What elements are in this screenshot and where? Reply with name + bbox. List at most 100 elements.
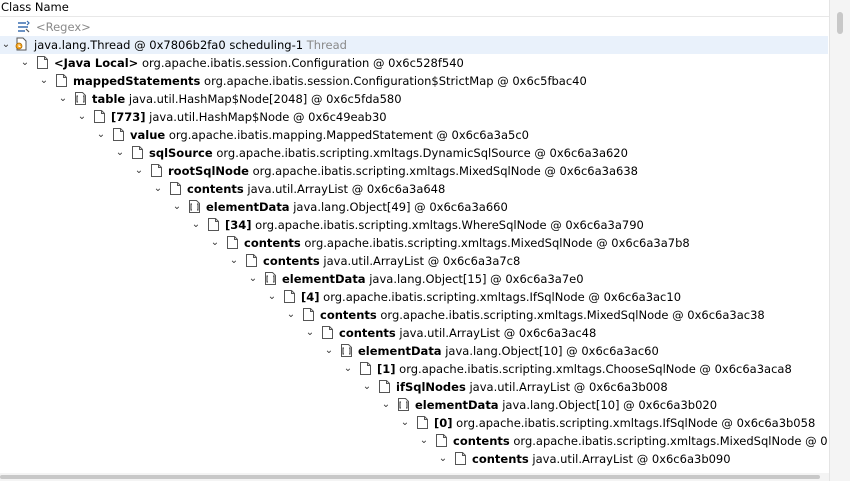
tree-row[interactable]: ⌄ mappedStatements org.apache.ibatis.sess… xyxy=(0,72,828,90)
field-name: [0] xyxy=(434,416,453,430)
tree-row-label: contents java.util.ArrayList @ 0x6c6a3a7… xyxy=(263,252,520,270)
tree-row[interactable]: ⌄ contents java.util.ArrayList @ 0x6c6a3a… xyxy=(0,252,828,270)
tree-row[interactable]: ⌄ value org.apache.ibatis.mapping.MappedS… xyxy=(0,126,828,144)
object-type-address: org.apache.ibatis.mapping.MappedStatemen… xyxy=(165,128,529,142)
object-type-address: org.apache.ibatis.scripting.xmltags.Mixe… xyxy=(300,236,690,250)
chevron-down-icon[interactable]: ⌄ xyxy=(38,72,50,90)
object-tree[interactable]: <Regex> ⌄ java.lang.Thread @ 0x7806b2fa0… xyxy=(0,18,828,481)
object-icon xyxy=(56,74,67,87)
tree-row[interactable]: ⌄ contents org.apache.ibatis.scripting.xm… xyxy=(0,234,828,252)
tree-row[interactable]: ⌄ elementData java.lang.Object[10] @ 0x6c… xyxy=(0,396,828,414)
chevron-down-icon[interactable]: ⌄ xyxy=(95,126,107,144)
horizontal-scrollbar[interactable] xyxy=(0,473,829,481)
tree-row[interactable]: ⌄ ifSqlNodes java.util.ArrayList @ 0x6c6a… xyxy=(0,378,828,396)
object-type-address: org.apache.ibatis.session.Configuration … xyxy=(138,56,464,70)
chevron-down-icon[interactable]: ⌄ xyxy=(418,432,430,450)
vertical-scrollbar-thumb[interactable] xyxy=(837,12,843,34)
regex-filter-input[interactable]: <Regex> xyxy=(36,18,91,36)
tree-row[interactable]: ⌄ contents java.util.ArrayList @ 0x6c6a3a… xyxy=(0,180,828,198)
tree-row[interactable]: ⌄ [4] org.apache.ibatis.scripting.xmltags… xyxy=(0,288,828,306)
tree-row[interactable]: ⌄ table java.util.HashMap$Node[2048] @ 0x… xyxy=(0,90,828,108)
tree-row[interactable]: ⌄ contents org.apache.ibatis.scripting.xm… xyxy=(0,306,828,324)
field-name: contents xyxy=(472,452,529,466)
thread-icon xyxy=(14,37,28,51)
horizontal-scrollbar-thumb[interactable] xyxy=(0,475,820,479)
regex-filter-row[interactable]: <Regex> xyxy=(0,18,828,36)
tree-row-label: [34] org.apache.ibatis.scripting.xmltags… xyxy=(225,216,644,234)
chevron-down-icon[interactable]: ⌄ xyxy=(0,36,12,54)
tree-row-label: [4] org.apache.ibatis.scripting.xmltags.… xyxy=(301,288,681,306)
tree-row[interactable]: ⌄ <Java Local> org.apache.ibatis.session.… xyxy=(0,54,828,72)
tree-row[interactable]: ⌄ elementData java.lang.Object[49] @ 0x6c… xyxy=(0,198,828,216)
array-object-icon xyxy=(75,92,86,105)
chevron-down-icon[interactable]: ⌄ xyxy=(76,108,88,126)
tree-row-label: contents org.apache.ibatis.scripting.xml… xyxy=(453,432,828,450)
chevron-down-icon[interactable]: ⌄ xyxy=(209,234,221,252)
tree-row-thread[interactable]: ⌄ java.lang.Thread @ 0x7806b2fa0 schedul… xyxy=(0,36,828,54)
chevron-down-icon[interactable]: ⌄ xyxy=(266,288,278,306)
tree-row[interactable]: ⌄ contents java.util.ArrayList @ 0x6c6a3b… xyxy=(0,450,828,468)
chevron-down-icon[interactable]: ⌄ xyxy=(57,90,69,108)
object-icon xyxy=(303,308,314,321)
chevron-down-icon[interactable]: ⌄ xyxy=(342,360,354,378)
chevron-down-icon[interactable]: ⌄ xyxy=(152,180,164,198)
field-name: contents xyxy=(339,326,396,340)
object-icon xyxy=(113,128,124,141)
tree-row-label: table java.util.HashMap$Node[2048] @ 0x6… xyxy=(92,90,402,108)
column-header-class-name[interactable]: Class Name xyxy=(0,0,829,17)
object-type-address: java.util.ArrayList @ 0x6c6a3b090 xyxy=(528,452,731,466)
tree-row[interactable]: ⌄ sqlSource org.apache.ibatis.scripting.x… xyxy=(0,144,828,162)
field-name: ifSqlNodes xyxy=(396,380,466,394)
object-icon xyxy=(37,56,48,69)
object-icon xyxy=(208,218,219,231)
field-name: contents xyxy=(187,182,244,196)
field-name: contents xyxy=(320,308,377,322)
field-name: contents xyxy=(263,254,320,268)
object-type-address: org.apache.ibatis.scripting.xmltags.Mixe… xyxy=(513,434,828,448)
chevron-down-icon[interactable]: ⌄ xyxy=(285,306,297,324)
chevron-down-icon[interactable]: ⌄ xyxy=(19,54,31,72)
tree-row[interactable]: ⌄ rootSqlNode org.apache.ibatis.scripting… xyxy=(0,162,828,180)
tree-row[interactable]: ⌄ [773] java.util.HashMap$Node @ 0x6c49ea… xyxy=(0,108,828,126)
tree-row[interactable]: ⌄ [1] org.apache.ibatis.scripting.xmltags… xyxy=(0,360,828,378)
field-name: sqlSource xyxy=(149,146,213,160)
chevron-down-icon[interactable]: ⌄ xyxy=(190,216,202,234)
chevron-down-icon[interactable]: ⌄ xyxy=(380,396,392,414)
array-object-icon xyxy=(189,200,200,213)
field-name: [773] xyxy=(111,110,146,124)
chevron-down-icon[interactable]: ⌄ xyxy=(437,450,449,468)
object-type-address: java.util.HashMap$Node[2048] @ 0x6c5fda5… xyxy=(125,92,402,106)
chevron-down-icon[interactable]: ⌄ xyxy=(399,414,411,432)
chevron-down-icon[interactable]: ⌄ xyxy=(133,162,145,180)
chevron-down-icon[interactable]: ⌄ xyxy=(304,324,316,342)
chevron-down-icon[interactable]: ⌄ xyxy=(114,144,126,162)
tree-row[interactable]: ⌄ contents java.util.ArrayList @ 0x6c6a3a… xyxy=(0,324,828,342)
tree-row[interactable]: ⌄ [0] org.apache.ibatis.scripting.xmltags… xyxy=(0,414,828,432)
object-type-address: org.apache.ibatis.scripting.xmltags.Choo… xyxy=(395,362,792,376)
object-type-address: java.util.ArrayList @ 0x6c6a3b008 xyxy=(465,380,668,394)
object-icon xyxy=(379,380,390,393)
vertical-scrollbar[interactable] xyxy=(829,0,850,481)
object-icon xyxy=(322,326,333,339)
object-type-address: java.util.ArrayList @ 0x6c6a3a648 xyxy=(243,182,446,196)
chevron-down-icon[interactable]: ⌄ xyxy=(228,252,240,270)
tree-row-label: [773] java.util.HashMap$Node @ 0x6c49eab… xyxy=(111,108,387,126)
tree-row[interactable]: ⌄ elementData java.lang.Object[15] @ 0x6c… xyxy=(0,270,828,288)
chevron-down-icon[interactable]: ⌄ xyxy=(171,198,183,216)
tree-row-label: elementData java.lang.Object[10] @ 0x6c6… xyxy=(415,396,717,414)
object-type-address: java.util.ArrayList @ 0x6c6a3ac48 xyxy=(395,326,597,340)
thread-label: java.lang.Thread @ 0x7806b2fa0 schedulin… xyxy=(34,38,304,52)
tree-row[interactable]: ⌄ [34] org.apache.ibatis.scripting.xmltag… xyxy=(0,216,828,234)
chevron-down-icon[interactable]: ⌄ xyxy=(361,378,373,396)
field-name: <Java Local> xyxy=(54,56,139,70)
object-type-address: org.apache.ibatis.scripting.xmltags.Dyna… xyxy=(212,146,628,160)
chevron-down-icon[interactable]: ⌄ xyxy=(247,270,259,288)
tree-row-label: value org.apache.ibatis.mapping.MappedSt… xyxy=(130,126,529,144)
object-type-address: java.lang.Object[10] @ 0x6c6a3b020 xyxy=(498,398,718,412)
chevron-down-icon[interactable]: ⌄ xyxy=(323,342,335,360)
tree-row-label: [1] org.apache.ibatis.scripting.xmltags.… xyxy=(377,360,792,378)
tree-row[interactable]: ⌄ contents org.apache.ibatis.scripting.xm… xyxy=(0,432,828,450)
object-icon xyxy=(417,416,428,429)
tree-row[interactable]: ⌄ elementData java.lang.Object[10] @ 0x6c… xyxy=(0,342,828,360)
field-name: [4] xyxy=(301,290,320,304)
